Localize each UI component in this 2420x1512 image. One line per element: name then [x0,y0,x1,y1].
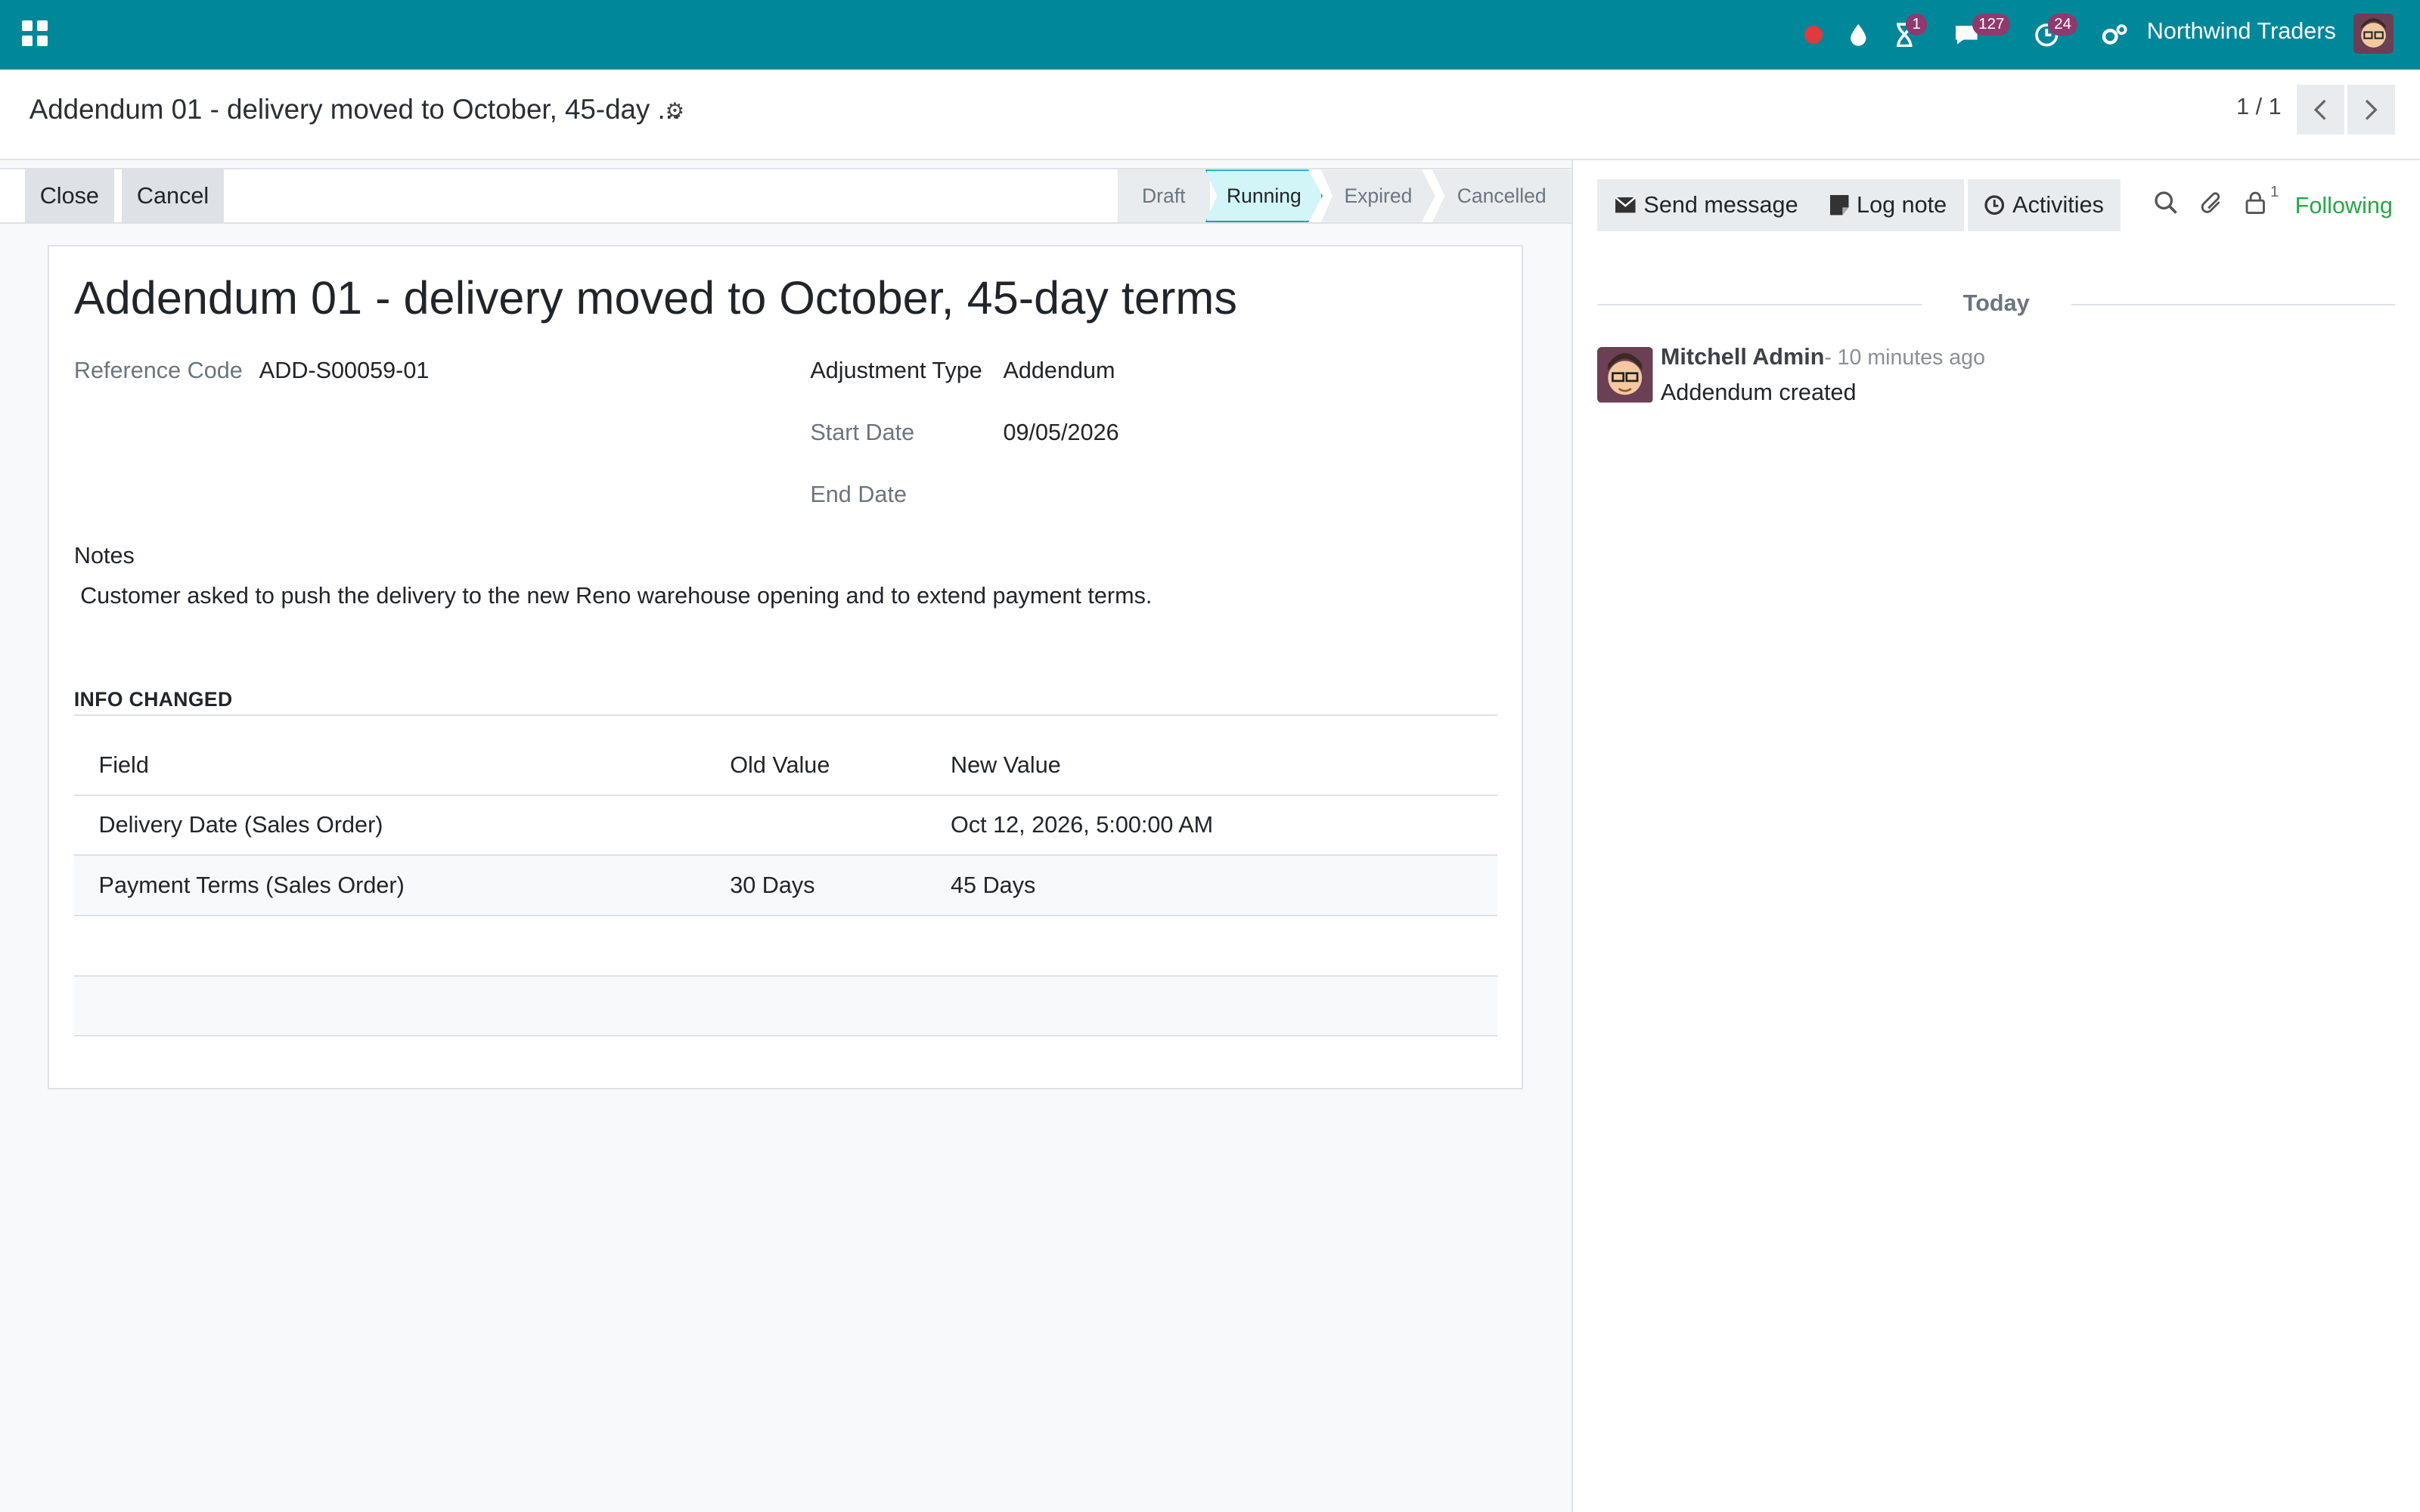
log-note-label: Log note [1857,191,1947,218]
pager-previous-button[interactable] [2296,85,2344,135]
cell-new-value: Oct 12, 2026, 5:00:00 AM [926,795,1497,857]
changes-table: Field Old Value New Value Delivery Date … [73,736,1497,1037]
breadcrumb: Addendum 01 - delivery moved to October,… [29,94,681,125]
activities-label: Activities [2012,191,2104,218]
activity-badge: 1 [1906,14,1928,36]
chatter-panel: Send message Log note Activities 1 Follo… [1572,160,2420,1512]
adjustment-type-label: Adjustment Type [810,358,982,384]
start-date-label: Start Date [810,420,915,446]
company-switcher[interactable]: Northwind Traders [2147,18,2336,45]
table-row[interactable]: Payment Terms (Sales Order) 30 Days 45 D… [73,855,1497,917]
empty-row [73,916,1497,977]
clock-icon [1984,195,2005,215]
cell-new-value: 45 Days [926,855,1497,917]
stage-expired[interactable]: Expired [1320,169,1435,222]
pager-value[interactable]: 1 / 1 [2236,94,2282,120]
record-actions-gear-icon[interactable]: ⚙ [666,98,685,124]
stage-cancelled[interactable]: Cancelled [1432,169,1571,222]
message-author[interactable]: Mitchell Admin [1661,344,1825,370]
cell-old-value: 30 Days [705,855,926,917]
messages-badge: 127 [1972,14,2011,36]
top-navbar: 1 127 24 Northwind Traders [0,0,2420,70]
stage-running[interactable]: Running [1205,169,1323,222]
status-bar: Close Cancel Draft Running Expired Cance… [0,168,1571,224]
drop-icon[interactable] [1848,0,1869,70]
followers-count: 1 [2270,183,2279,200]
stage-draft[interactable]: Draft [1117,169,1210,222]
settings-gears-icon[interactable] [2101,0,2129,70]
reference-code-label: Reference Code [73,358,243,384]
column-header-new-value: New Value [926,736,1497,796]
pager-next-button[interactable] [2347,85,2396,135]
end-date-label: End Date [810,481,907,507]
close-button[interactable]: Close [24,169,114,222]
start-date-value[interactable]: 09/05/2026 [1003,420,1118,446]
cell-field: Payment Terms (Sales Order) [73,855,706,917]
envelope-icon [1614,197,1636,213]
following-button[interactable]: Following [2295,193,2393,219]
apps-menu-icon[interactable] [21,20,48,47]
send-message-label: Send message [1643,191,1798,218]
adjustment-type-value[interactable]: Addendum [1003,358,1115,384]
message-body: Addendum created [1660,380,1857,406]
message-timestamp: - 10 minutes ago [1824,345,1985,370]
search-icon[interactable] [2155,191,2178,221]
control-panel: Addendum 01 - delivery moved to October,… [0,69,2420,161]
date-separator: Today [1597,290,2396,317]
reference-code-value[interactable]: ADD-S00059-01 [259,358,430,384]
chevron-left-icon [2313,99,2326,120]
paperclip-icon[interactable] [2201,191,2224,222]
form-sheet: Addendum 01 - delivery moved to October,… [48,245,1524,1089]
cell-field: Delivery Date (Sales Order) [73,795,706,857]
chat-icon[interactable] [1953,0,1981,70]
table-row[interactable]: Delivery Date (Sales Order) Oct 12, 2026… [73,795,1497,857]
section-title: INFO CHANGED [73,688,1497,717]
notes-label: Notes [73,543,135,569]
cell-old-value [705,795,926,857]
log-note-button[interactable]: Log note [1813,178,1964,232]
column-header-old-value: Old Value [705,736,926,796]
empty-row [73,975,1497,1037]
form-pane: Close Cancel Draft Running Expired Cance… [0,160,1573,1512]
user-avatar[interactable] [2353,14,2394,54]
cancel-button[interactable]: Cancel [122,169,224,222]
message-author-avatar[interactable] [1597,347,1653,403]
activities-button[interactable]: Activities [1968,178,2121,232]
note-icon [1830,195,1849,215]
record-title[interactable]: Addendum 01 - delivery moved to October,… [74,271,1237,324]
send-message-button[interactable]: Send message [1597,178,1816,232]
clock-badge: 24 [2048,14,2078,36]
chevron-right-icon [2366,99,2378,120]
followers-lock-icon[interactable] [2245,191,2266,221]
recording-indicator-icon[interactable] [1804,0,1823,70]
notes-field[interactable]: Customer asked to push the delivery to t… [80,583,1152,609]
column-header-field: Field [73,736,706,796]
